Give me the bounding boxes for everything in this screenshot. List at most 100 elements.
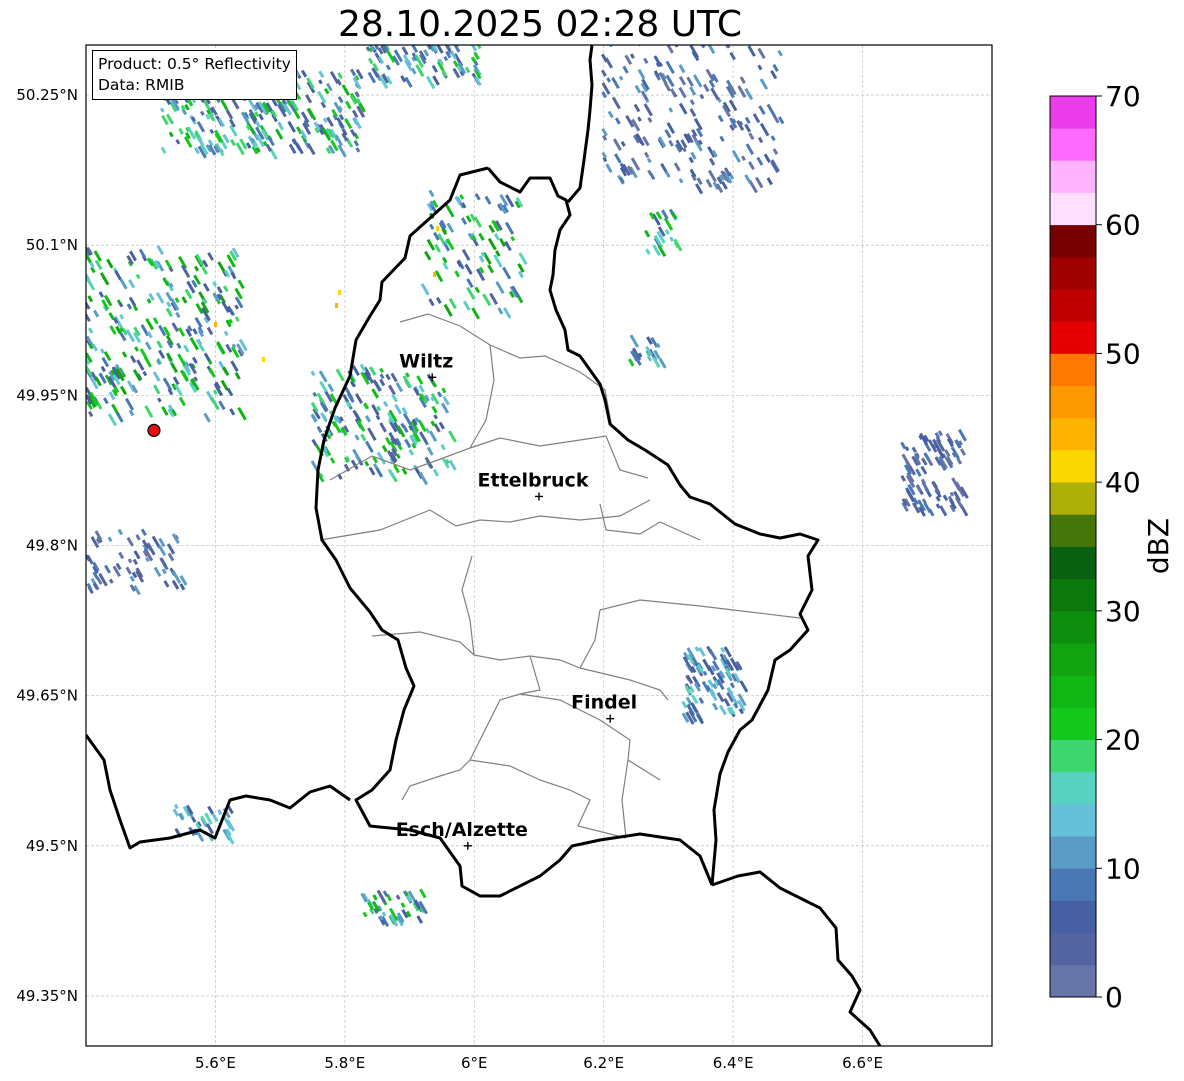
echo-cell xyxy=(658,357,667,369)
echo-cell xyxy=(136,359,145,371)
echo-cell xyxy=(517,263,525,273)
echo-cell xyxy=(312,391,318,398)
echo-cell xyxy=(119,313,125,320)
echo-cell xyxy=(191,816,197,823)
echo-cell xyxy=(222,285,229,293)
echo-cell xyxy=(104,564,111,574)
echo-cell xyxy=(942,494,949,502)
echo-cell xyxy=(443,55,449,62)
echo-cell xyxy=(125,397,135,411)
echo-cell xyxy=(128,279,136,289)
echo-cell xyxy=(629,334,640,348)
echo-cell xyxy=(644,3,650,11)
echo-cell xyxy=(759,78,769,90)
echo-cell xyxy=(703,83,710,93)
echo-cell xyxy=(118,551,125,560)
colorbar-segment xyxy=(1050,546,1096,580)
echo-cell xyxy=(379,422,387,433)
echo-cell xyxy=(431,405,438,414)
echo-cell xyxy=(401,407,408,415)
echo-cell xyxy=(607,0,612,3)
echo-cell xyxy=(635,18,642,27)
echo-cell xyxy=(471,45,478,52)
colorbar-segment xyxy=(1050,836,1096,869)
echo-cell xyxy=(381,911,387,917)
echo-cell xyxy=(139,348,149,360)
echo-cell xyxy=(689,108,697,118)
echo-cell xyxy=(719,704,727,716)
echo-cell xyxy=(633,103,641,113)
colorbar-tick-label: 10 xyxy=(1105,852,1141,885)
lat-tick-label: 49.35°N xyxy=(16,987,78,1005)
echo-cell xyxy=(701,26,707,34)
echo-cell xyxy=(766,177,773,186)
colorbar-segment xyxy=(1050,192,1096,226)
echo-cell xyxy=(119,385,128,396)
echo-cell xyxy=(432,75,440,86)
echo-cell xyxy=(385,436,392,446)
echo-cell xyxy=(752,113,761,124)
echo-cell xyxy=(694,1,703,13)
echo-cell xyxy=(669,236,674,242)
echo-cell xyxy=(478,232,485,241)
colorbar-segment xyxy=(1050,932,1096,966)
echo-cell xyxy=(441,387,447,394)
echo-cell xyxy=(181,296,188,304)
colorbar-segment xyxy=(1050,675,1096,708)
echo-cell xyxy=(474,193,481,201)
echo-cell xyxy=(430,379,438,388)
echo-cell xyxy=(207,805,214,815)
grid-lines xyxy=(86,45,992,1046)
echo-cell xyxy=(646,355,653,362)
echo-cell xyxy=(87,295,94,303)
echo-cell xyxy=(225,343,233,353)
echo-cell xyxy=(671,34,678,43)
echo-cell xyxy=(382,400,389,408)
echo-cell xyxy=(497,307,504,315)
echo-cell xyxy=(404,438,412,449)
echo-cell xyxy=(225,109,234,120)
echo-cell xyxy=(493,233,500,241)
echo-cell xyxy=(418,431,428,444)
echo-cell xyxy=(502,307,512,319)
echo-cell xyxy=(316,425,323,434)
echo-cell xyxy=(461,217,468,225)
echo-cell xyxy=(126,303,133,310)
echo-cell xyxy=(87,411,94,418)
colorbar-segment xyxy=(1050,578,1096,612)
echo-cell xyxy=(172,808,180,817)
echo-cell xyxy=(487,237,497,251)
echo-cell xyxy=(723,45,730,49)
colorbar-tick-label: 40 xyxy=(1105,466,1141,499)
echo-cell xyxy=(262,357,265,362)
echo-cell xyxy=(518,252,528,266)
echo-cell xyxy=(318,70,325,78)
echo-cell xyxy=(209,128,215,135)
echo-cell xyxy=(607,110,614,119)
echo-cell xyxy=(115,412,124,423)
echo-cell xyxy=(355,147,361,153)
echo-cell xyxy=(166,543,176,555)
echo-cell xyxy=(686,76,694,87)
echo-cell xyxy=(196,121,206,133)
echo-cell xyxy=(618,33,626,44)
echo-cell xyxy=(94,259,103,271)
echo-cell xyxy=(744,123,752,133)
echo-cell xyxy=(318,370,328,383)
echo-cell xyxy=(337,144,347,158)
echo-cell xyxy=(338,290,341,295)
echo-cell xyxy=(318,79,323,85)
echo-cell xyxy=(132,558,139,565)
echo-cell xyxy=(173,803,179,810)
echo-cell xyxy=(777,49,783,57)
echo-cell xyxy=(474,286,481,294)
echo-cell xyxy=(129,355,137,364)
echo-cell xyxy=(482,293,492,307)
echo-cell xyxy=(207,252,214,261)
echo-cell xyxy=(379,367,384,374)
echo-cell xyxy=(258,113,264,121)
echo-cell xyxy=(957,428,967,442)
lon-tick-label: 6.4°E xyxy=(713,1054,754,1072)
colorbar-segment xyxy=(1050,224,1096,258)
echo-cell xyxy=(109,325,117,335)
